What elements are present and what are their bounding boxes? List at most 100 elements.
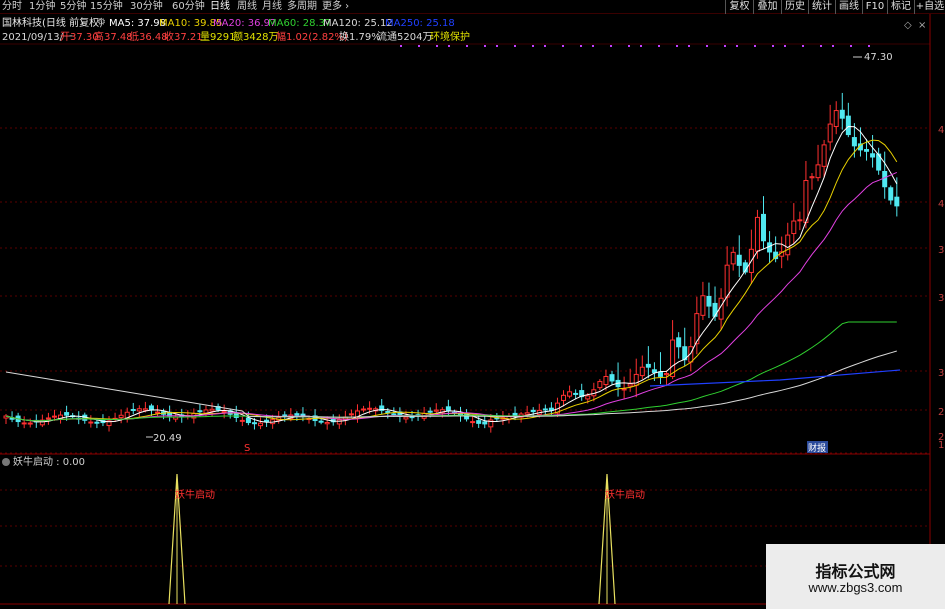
event-dot-13 <box>610 45 612 47</box>
event-dot-28 <box>850 45 852 47</box>
max-price-label: 47.30 <box>864 52 893 63</box>
candle-body-14 <box>88 421 94 424</box>
candle-body-100 <box>609 374 615 382</box>
candle-body-102 <box>621 388 627 391</box>
candle-body-92 <box>561 394 567 401</box>
event-dot-6 <box>496 45 498 47</box>
candle-body-137 <box>833 110 839 128</box>
stock-name: 国林科技(日线 前复权) <box>2 18 103 29</box>
indicator-title-text: 妖牛启动 : 0.00 <box>13 457 85 468</box>
event-dot-27 <box>832 45 834 47</box>
candle-body-132 <box>803 180 809 224</box>
candle-body-53 <box>324 422 330 425</box>
day-turnover: 换1.79% <box>339 32 381 43</box>
candle-body-33 <box>203 409 209 414</box>
event-dot-20 <box>724 45 726 47</box>
event-dot-26 <box>820 45 822 47</box>
event-dot-7 <box>514 45 516 47</box>
candle-body-48 <box>294 413 300 416</box>
collapse-icon: ◇ <box>904 20 912 31</box>
candle-body-103 <box>627 383 633 387</box>
candle-body-34 <box>209 408 215 412</box>
candle-body-43 <box>264 419 270 423</box>
candle-body-98 <box>597 381 603 389</box>
candle-body-42 <box>258 422 264 427</box>
ma60-label: MA60: 28.37 <box>268 18 332 29</box>
settings-gear-icon[interactable]: ⚙ <box>97 17 106 28</box>
candle-body-109 <box>664 373 670 376</box>
candle-body-94 <box>573 392 579 395</box>
event-dot-17 <box>676 45 678 47</box>
event-dot-3 <box>448 45 450 47</box>
event-dot-2 <box>436 45 438 47</box>
event-dot-25 <box>802 45 804 47</box>
candle-body-131 <box>797 219 803 222</box>
candle-body-40 <box>245 417 251 424</box>
candle-body-146 <box>888 187 894 201</box>
ma5-label: MA5: 37.98 <box>109 18 167 29</box>
axis-tick-4: 3 <box>938 368 944 379</box>
event-dot-9 <box>544 45 546 47</box>
candle-body-147 <box>894 196 900 207</box>
event-s-marker: S <box>244 443 250 454</box>
event-dot-15 <box>640 45 642 47</box>
signal-label-1: 妖牛启动 <box>605 488 645 501</box>
candle-body-125 <box>761 213 766 242</box>
ma20-label: MA20: 36.97 <box>213 18 277 29</box>
candle-body-129 <box>785 234 791 256</box>
indicator-dot-icon <box>2 458 10 466</box>
candle-body-115 <box>700 295 706 316</box>
day-volume: 量9291 <box>200 32 236 43</box>
event-dot-22 <box>754 45 756 47</box>
candle-body-21 <box>130 408 136 411</box>
candle-body-89 <box>542 408 548 411</box>
candle-body-142 <box>864 149 870 152</box>
candle-body-46 <box>282 414 288 417</box>
event-dot-16 <box>658 45 660 47</box>
event-dot-0 <box>400 45 402 47</box>
candle-body-39 <box>239 419 245 422</box>
candle-body-25 <box>155 411 160 414</box>
min-price-label: 20.49 <box>153 433 182 444</box>
candle-body-87 <box>530 409 536 413</box>
close-icon: × <box>918 20 926 31</box>
candle-body-52 <box>318 420 324 423</box>
event-dot-5 <box>484 45 486 47</box>
axis-tick-0: 4 <box>938 125 944 136</box>
candle-body-32 <box>197 410 203 413</box>
candle-body-110 <box>670 339 676 378</box>
day-float: 流通5204万 <box>377 32 433 43</box>
candle-body-106 <box>645 363 651 368</box>
axis-tick-7: 1 <box>938 440 944 451</box>
candle-body-78 <box>476 420 482 424</box>
event-dot-10 <box>562 45 564 47</box>
candle-body-111 <box>676 337 682 348</box>
event-dot-14 <box>628 45 630 47</box>
candle-body-84 <box>512 412 518 416</box>
candle-body-143 <box>870 153 876 158</box>
candle-body-108 <box>657 371 663 377</box>
ma250-label: MA250: 25.18 <box>385 18 455 29</box>
candle-body-134 <box>815 164 821 179</box>
candle-body-1 <box>9 417 15 420</box>
event-dot-19 <box>706 45 708 47</box>
candle-body-22 <box>136 408 142 412</box>
ma10-line <box>5 139 898 422</box>
ma120-label: MA120: 25.12 <box>323 18 393 29</box>
candle-body-139 <box>845 115 851 136</box>
day-high: 高37.48 <box>94 32 133 43</box>
candle-body-3 <box>21 422 27 425</box>
candle-body-138 <box>839 109 845 119</box>
candle-body-4 <box>27 422 33 425</box>
candle-body-59 <box>361 408 367 411</box>
candle-body-36 <box>221 411 227 414</box>
ma250-line <box>649 369 901 387</box>
watermark: 指标公式网 www.zbgs3.com <box>766 544 945 609</box>
day-low: 低36.48 <box>129 32 168 43</box>
price-chart[interactable]: 44333221◇ ×47.3020.49S 财报妖牛启动 妖牛启动 <box>0 0 945 609</box>
indicator-title[interactable]: 妖牛启动 : 0.00 <box>2 456 85 469</box>
day-concept: 环境保护 <box>430 32 470 43</box>
watermark-url: www.zbgs3.com <box>808 580 903 595</box>
day-open: 开37.30 <box>60 32 99 43</box>
candle-body-60 <box>367 407 373 410</box>
